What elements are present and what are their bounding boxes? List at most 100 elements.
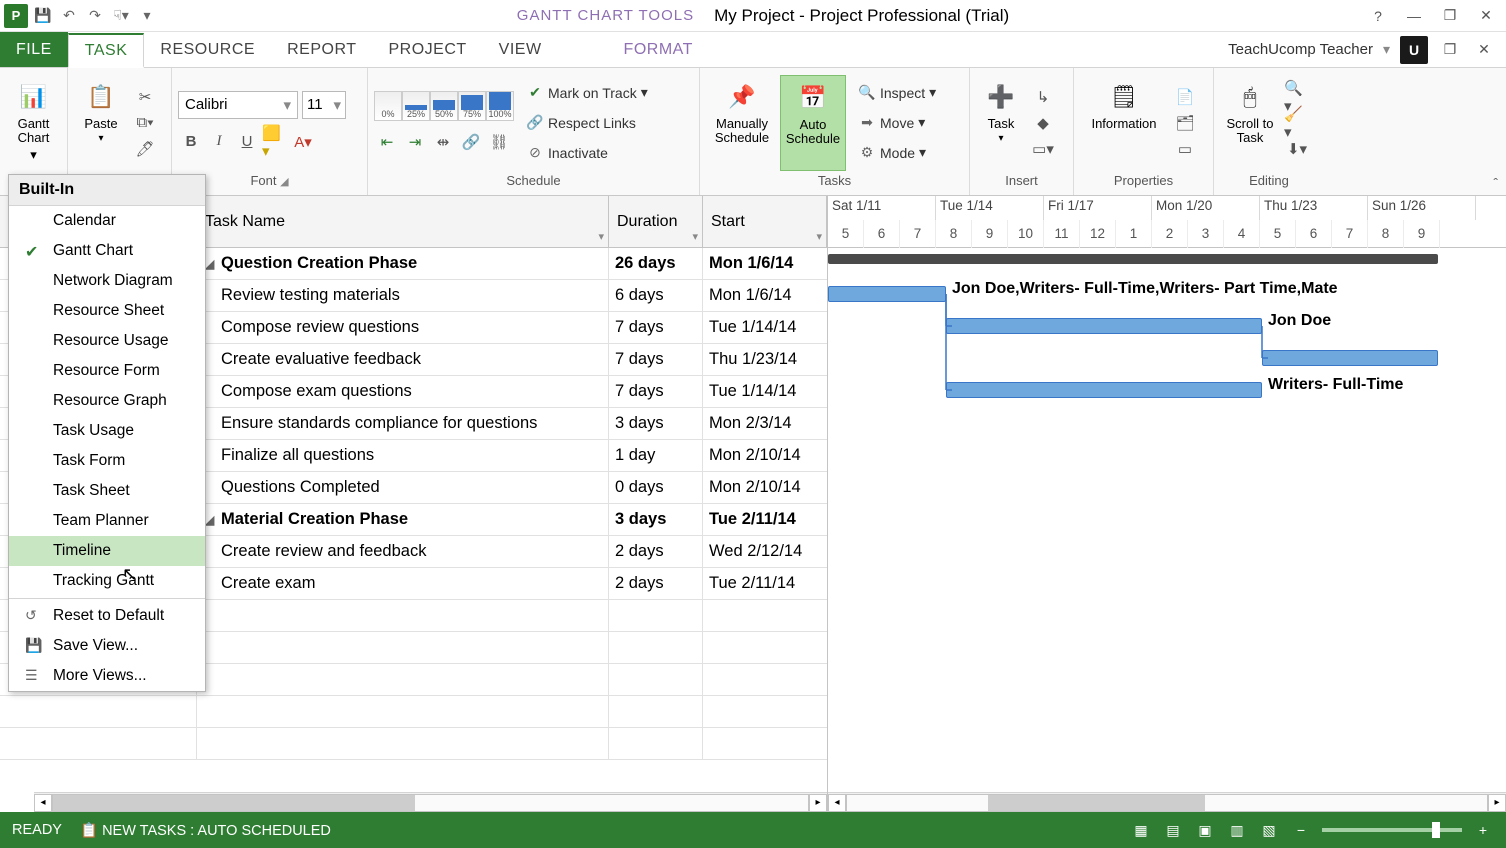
fill-color-button[interactable]: 🟨▾ (262, 129, 288, 155)
cell-duration[interactable]: 2 days (609, 568, 703, 599)
tab-resource[interactable]: RESOURCE (144, 32, 271, 67)
inspect-button[interactable]: 🔍Inspect ▾ (854, 78, 940, 108)
underline-button[interactable]: U (234, 129, 260, 155)
information-button[interactable]: 🗒 Information (1080, 75, 1168, 171)
view-option[interactable]: ✔Gantt Chart (9, 236, 205, 266)
font-name-select[interactable]: Calibri▾ (178, 91, 298, 119)
restore-icon[interactable]: ❐ (1436, 4, 1464, 28)
gantt-bar[interactable] (946, 318, 1262, 334)
view-option[interactable]: Team Planner (9, 506, 205, 536)
cell-start[interactable]: Tue 1/14/14 (703, 312, 827, 343)
close-icon[interactable]: ✕ (1472, 4, 1500, 28)
collapse-icon[interactable]: ◢ (205, 257, 219, 271)
gantt-scroll-track[interactable] (846, 794, 1488, 812)
details-icon[interactable]: 🗂 (1172, 110, 1198, 136)
help-icon[interactable]: ? (1364, 4, 1392, 28)
gantt-chart-button[interactable]: 📊 Gantt Chart▾ (6, 75, 61, 171)
cell-duration[interactable]: 7 days (609, 344, 703, 375)
view-option[interactable]: Resource Sheet (9, 296, 205, 326)
view-option[interactable]: Resource Graph (9, 386, 205, 416)
font-color-button[interactable]: A▾ (290, 129, 316, 155)
touch-icon[interactable]: ☟▾ (110, 5, 132, 27)
tab-report[interactable]: REPORT (271, 32, 372, 67)
more-views[interactable]: ☰More Views... (9, 661, 205, 691)
cell-task-name[interactable]: Create review and feedback (197, 536, 609, 567)
sheet-scroll-left[interactable]: ◂ (34, 794, 52, 812)
view-report-icon[interactable]: ▧ (1258, 819, 1280, 841)
user-avatar[interactable]: U (1400, 36, 1428, 64)
cell-task-name[interactable]: Finalize all questions (197, 440, 609, 471)
cell-start[interactable]: Wed 2/12/14 (703, 536, 827, 567)
inactivate-button[interactable]: ⊘Inactivate (522, 138, 652, 168)
view-option[interactable]: Calendar (9, 206, 205, 236)
gantt-scroll-left[interactable]: ◂ (828, 794, 846, 812)
view-option[interactable]: Task Form (9, 446, 205, 476)
qat-customize-icon[interactable]: ▾ (136, 5, 158, 27)
indent-icon[interactable]: ⇥ (402, 129, 428, 155)
cell-start[interactable]: Thu 1/23/14 (703, 344, 827, 375)
table-row[interactable] (0, 728, 827, 760)
bold-button[interactable]: B (178, 129, 204, 155)
zoom-out-icon[interactable]: − (1290, 819, 1312, 841)
save-view[interactable]: 💾Save View... (9, 631, 205, 661)
milestone-icon[interactable]: ◆ (1030, 110, 1056, 136)
col-task-name[interactable]: Task Name▾ (197, 196, 609, 247)
cell-start[interactable]: Tue 1/14/14 (703, 376, 827, 407)
timeline-toggle-icon[interactable]: ▭ (1172, 136, 1198, 162)
zoom-in-icon[interactable]: + (1472, 819, 1494, 841)
cell-start[interactable]: Mon 2/10/14 (703, 472, 827, 503)
minimize-icon[interactable]: — (1400, 4, 1428, 28)
cell-duration[interactable]: 3 days (609, 408, 703, 439)
cell-task-name[interactable]: Create exam (197, 568, 609, 599)
auto-schedule-button[interactable]: 📅 Auto Schedule (780, 75, 846, 171)
tab-view[interactable]: VIEW (483, 32, 558, 67)
cell-duration[interactable]: 2 days (609, 536, 703, 567)
manually-schedule-button[interactable]: 📌 Manually Schedule (706, 75, 778, 171)
cell-task-name[interactable]: Ensure standards compliance for question… (197, 408, 609, 439)
cell-task-name[interactable]: ◢Material Creation Phase (197, 504, 609, 535)
cell-start[interactable]: Mon 1/6/14 (703, 280, 827, 311)
percent-complete-buttons[interactable]: 0% 25% 50% 75% 100% (374, 91, 514, 121)
respect-links-button[interactable]: 🔗Respect Links (522, 108, 652, 138)
gantt-bar[interactable] (828, 286, 946, 302)
cell-task-name[interactable]: Create evaluative feedback (197, 344, 609, 375)
tab-task[interactable]: TASK (68, 33, 145, 68)
view-gantt-icon[interactable]: ▦ (1130, 819, 1152, 841)
cell-start[interactable]: Tue 2/11/14 (703, 568, 827, 599)
task-insert-button[interactable]: ➕ Task▾ (976, 75, 1026, 171)
tab-project[interactable]: PROJECT (372, 32, 482, 67)
sheet-scroll-right[interactable]: ▸ (809, 794, 827, 812)
user-name[interactable]: TeachUcomp Teacher (1228, 41, 1373, 58)
mark-on-track-button[interactable]: ✔Mark on Track ▾ (522, 78, 652, 108)
ribbon-restore-icon[interactable]: ❐ (1438, 38, 1462, 62)
cell-start[interactable]: Mon 2/10/14 (703, 440, 827, 471)
cell-task-name[interactable]: Questions Completed (197, 472, 609, 503)
cell-duration[interactable]: 26 days (609, 248, 703, 279)
ribbon-close-icon[interactable]: ✕ (1472, 38, 1496, 62)
table-row[interactable] (0, 696, 827, 728)
cell-start[interactable]: Mon 2/3/14 (703, 408, 827, 439)
view-usage-icon[interactable]: ▤ (1162, 819, 1184, 841)
mode-button[interactable]: ⚙Mode ▾ (854, 138, 940, 168)
font-size-select[interactable]: 11▾ (302, 91, 346, 119)
reset-to-default[interactable]: ↺Reset to Default (9, 601, 205, 631)
paste-button[interactable]: 📋 Paste▾ (74, 75, 128, 171)
view-sheet-icon[interactable]: ▥ (1226, 819, 1248, 841)
cell-duration[interactable]: 7 days (609, 312, 703, 343)
cell-task-name[interactable]: Compose review questions (197, 312, 609, 343)
col-duration[interactable]: Duration▾ (609, 196, 703, 247)
cut-icon[interactable]: ✂ (132, 84, 158, 110)
unlink-icon[interactable]: ⛓ (486, 129, 512, 155)
clear-icon[interactable]: 🧹▾ (1284, 110, 1310, 136)
format-painter-icon[interactable]: 🖊 (132, 136, 158, 162)
cell-duration[interactable]: 7 days (609, 376, 703, 407)
gantt-bar[interactable] (1262, 350, 1438, 366)
view-option[interactable]: Task Usage (9, 416, 205, 446)
cell-task-name[interactable]: Compose exam questions (197, 376, 609, 407)
scroll-to-task-button[interactable]: 🖱 Scroll to Task (1220, 75, 1280, 171)
cell-task-name[interactable]: ◢Question Creation Phase (197, 248, 609, 279)
col-start[interactable]: Start▾ (703, 196, 827, 247)
view-team-icon[interactable]: ▣ (1194, 819, 1216, 841)
cell-start[interactable]: Mon 1/6/14 (703, 248, 827, 279)
cell-duration[interactable]: 1 day (609, 440, 703, 471)
